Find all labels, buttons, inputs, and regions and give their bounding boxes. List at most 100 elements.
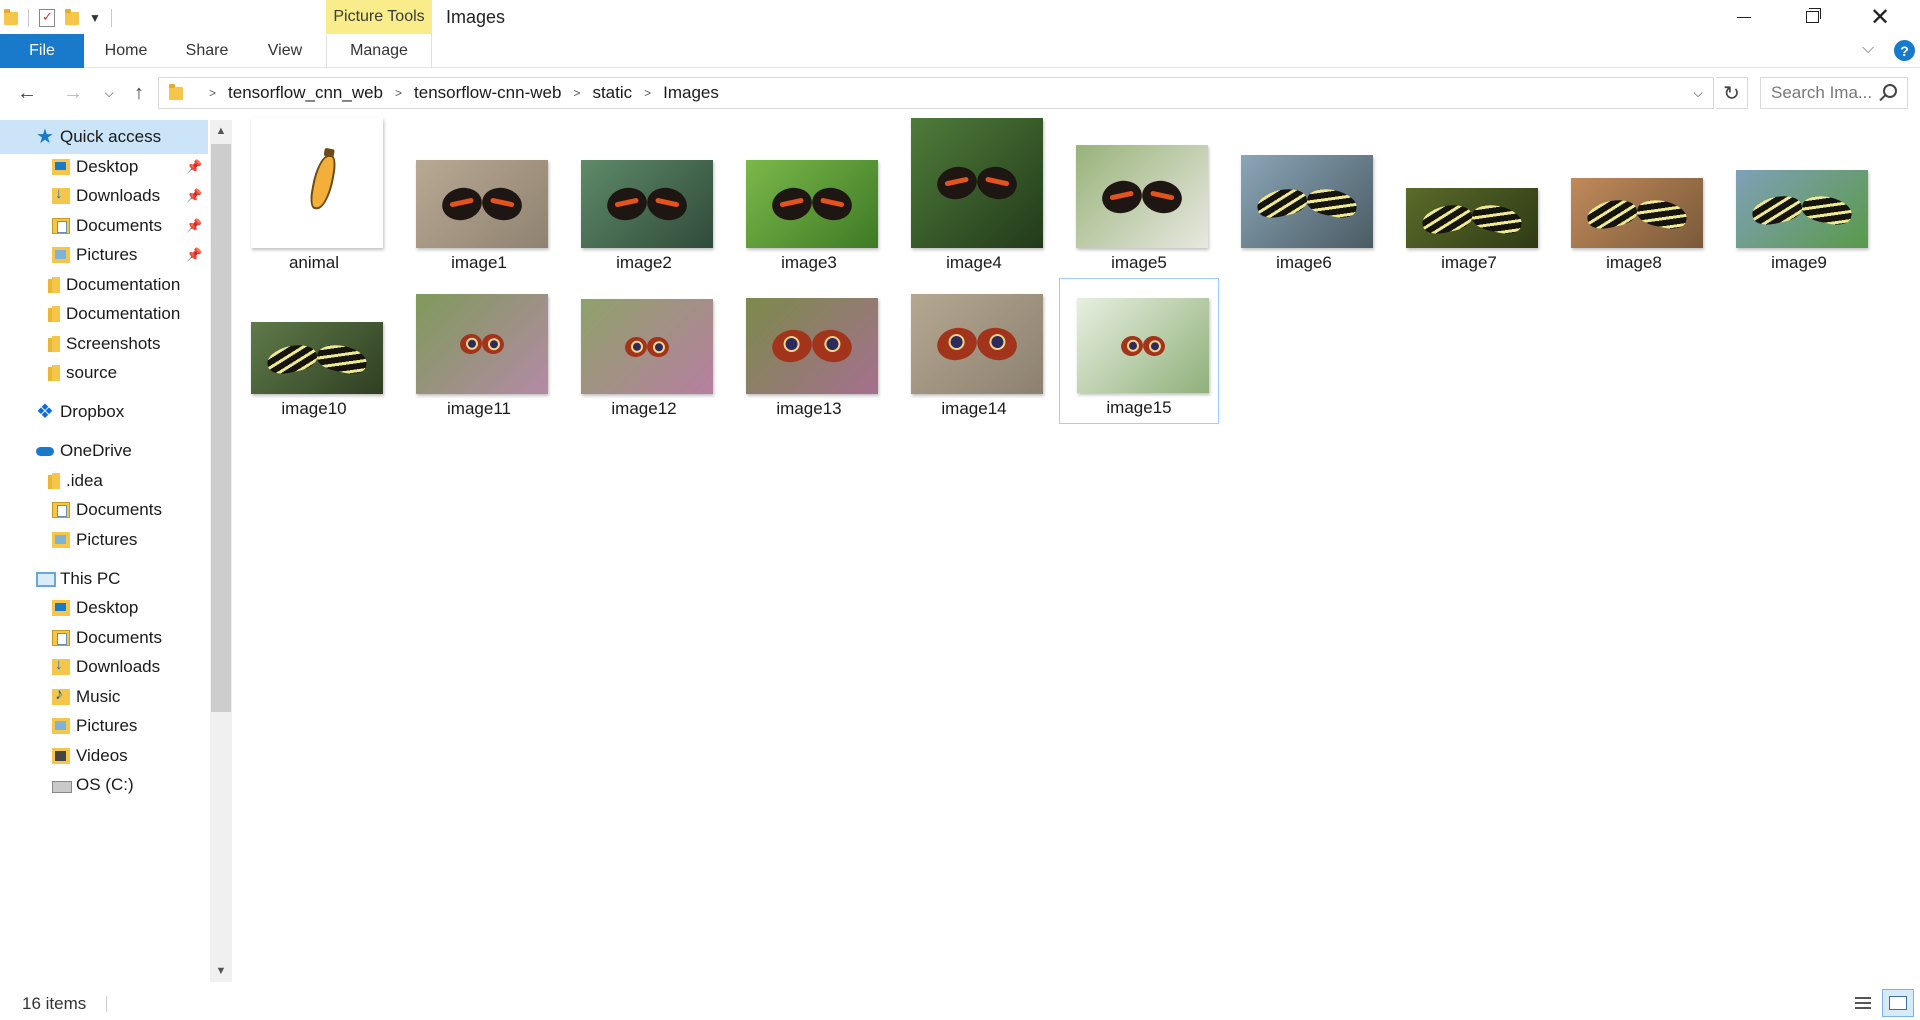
sidebar-item[interactable]: Documentation: [0, 297, 208, 331]
recent-locations-button[interactable]: ⌵: [96, 80, 122, 106]
folder-icon: [4, 8, 18, 25]
pictures-folder-icon: [52, 532, 70, 548]
tab-file[interactable]: File: [0, 34, 84, 68]
tab-share[interactable]: Share: [174, 34, 240, 68]
file-name: image10: [281, 399, 347, 418]
tab-manage[interactable]: Manage: [326, 34, 432, 68]
file-item[interactable]: image2: [564, 132, 724, 278]
expand-ribbon-chevron-icon[interactable]: ⌵: [1862, 40, 1874, 58]
status-divider: [106, 996, 107, 1012]
file-item[interactable]: image14: [894, 278, 1054, 424]
close-button[interactable]: ✕: [1846, 0, 1914, 34]
address-history-chevron-icon[interactable]: ⌵: [1683, 78, 1713, 108]
sidebar-item[interactable]: Pictures: [0, 709, 208, 743]
file-name: image14: [941, 399, 1007, 418]
large-icons-view-icon[interactable]: [1882, 989, 1914, 1017]
sidebar-item[interactable]: OS (C:): [0, 768, 208, 802]
restore-button[interactable]: [1778, 0, 1846, 34]
sidebar-item[interactable]: Quick access: [0, 120, 208, 154]
forward-button[interactable]: →: [60, 80, 86, 106]
sidebar-item-label: Pictures: [76, 530, 138, 549]
pin-icon[interactable]: 📌: [186, 247, 202, 263]
sidebar-item[interactable]: Downloads 📌: [0, 179, 208, 213]
sidebar-item-label: Downloads: [76, 657, 161, 676]
sidebar-item-label: Documents: [76, 500, 162, 519]
chevron-down-icon: ⌵: [104, 85, 114, 100]
file-item[interactable]: image6: [1224, 132, 1384, 278]
file-item[interactable]: image5: [1059, 132, 1219, 278]
minimize-button[interactable]: [1710, 0, 1778, 34]
banana-logo-icon: [308, 152, 338, 212]
tab-view[interactable]: View: [258, 34, 312, 68]
file-item[interactable]: image11: [399, 278, 559, 424]
picture-tools-label: Picture Tools: [326, 0, 432, 34]
sidebar-item[interactable]: source: [0, 356, 208, 390]
butterfly-thumbnail: [1406, 188, 1538, 248]
star-icon: [36, 124, 54, 149]
downloads-folder-icon: [52, 185, 70, 204]
sidebar-item-label: Desktop: [76, 157, 139, 176]
breadcrumb-item[interactable]: tensorflow_cnn_web: [228, 83, 383, 103]
sidebar-item[interactable]: Pictures: [0, 523, 208, 557]
file-item[interactable]: image3: [729, 132, 889, 278]
file-name: image11: [447, 399, 511, 418]
properties-icon[interactable]: [39, 9, 55, 27]
file-item[interactable]: image15: [1059, 278, 1219, 424]
sidebar-item[interactable]: Documents: [0, 493, 208, 527]
details-view-icon[interactable]: [1852, 992, 1874, 1014]
butterfly-thumbnail: [911, 294, 1043, 394]
new-folder-icon[interactable]: [65, 8, 79, 25]
file-name: image7: [1441, 253, 1497, 272]
chevron-right-icon[interactable]: >: [209, 86, 216, 100]
refresh-button[interactable]: ↻: [1716, 77, 1748, 109]
sidebar-item-label: Pictures: [76, 245, 138, 264]
file-item[interactable]: image4: [894, 118, 1054, 278]
sidebar-item[interactable]: Pictures 📌: [0, 238, 208, 272]
scroll-up-icon[interactable]: ▲: [210, 120, 232, 142]
folder-icon: [48, 473, 60, 489]
pin-icon[interactable]: 📌: [186, 218, 202, 234]
breadcrumb-item[interactable]: tensorflow-cnn-web: [414, 83, 561, 103]
documents-folder-icon: [52, 630, 70, 646]
arrow-right-icon: →: [63, 81, 83, 104]
sidebar-item[interactable]: OneDrive: [0, 434, 208, 468]
file-name: image1: [451, 253, 507, 272]
chevron-right-icon[interactable]: >: [573, 86, 580, 100]
file-item[interactable]: animal: [234, 118, 394, 278]
sidebar-item[interactable]: Dropbox: [0, 395, 208, 429]
butterfly-thumbnail: [1571, 178, 1703, 248]
back-button[interactable]: ←: [14, 80, 40, 106]
tab-home[interactable]: Home: [92, 34, 160, 68]
file-item[interactable]: image13: [729, 278, 889, 424]
scroll-down-icon[interactable]: ▼: [210, 960, 232, 982]
file-item[interactable]: image1: [399, 132, 559, 278]
up-button[interactable]: ↑: [126, 80, 152, 106]
file-item[interactable]: image10: [234, 278, 394, 424]
file-item[interactable]: image12: [564, 278, 724, 424]
butterfly-thumbnail: [911, 118, 1043, 248]
file-item[interactable]: image8: [1554, 132, 1714, 278]
scrollbar-thumb[interactable]: [211, 144, 231, 712]
sidebar-item-label: Videos: [76, 746, 128, 765]
sidebar-item-label: Music: [76, 687, 121, 706]
pictures-folder-icon: [52, 247, 70, 263]
breadcrumb-item[interactable]: Images: [663, 83, 719, 103]
sidebar-item[interactable]: Downloads: [0, 650, 208, 684]
pin-icon[interactable]: 📌: [186, 159, 202, 175]
butterfly-thumbnail: [1076, 145, 1208, 248]
breadcrumb-item[interactable]: static: [592, 83, 632, 103]
chevron-right-icon[interactable]: >: [395, 86, 402, 100]
customize-toolbar-chevron-icon[interactable]: ▼: [89, 11, 101, 25]
sidebar-item[interactable]: Desktop: [0, 591, 208, 625]
help-icon[interactable]: ?: [1894, 40, 1915, 61]
status-bar: 16 items: [0, 986, 1920, 1020]
file-item[interactable]: image7: [1389, 132, 1549, 278]
file-name: image4: [946, 253, 1002, 272]
sidebar-item-label: Downloads: [76, 186, 161, 205]
address-bar[interactable]: > tensorflow_cnn_web > tensorflow-cnn-we…: [158, 77, 1714, 109]
chevron-right-icon[interactable]: >: [644, 86, 651, 100]
pin-icon[interactable]: 📌: [186, 188, 202, 204]
search-input[interactable]: Search Ima...: [1760, 77, 1908, 109]
file-item[interactable]: image9: [1719, 132, 1879, 278]
file-name: image15: [1106, 398, 1172, 417]
